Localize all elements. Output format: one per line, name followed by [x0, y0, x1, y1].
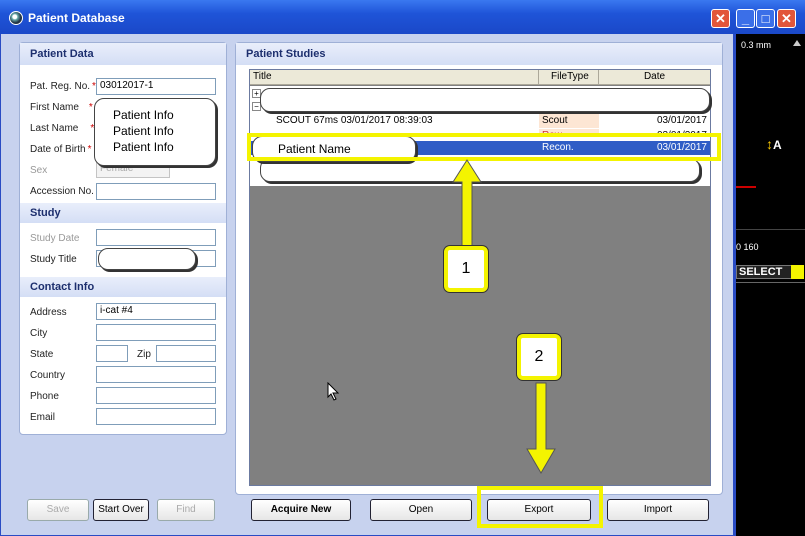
zip-label: Zip [137, 349, 151, 360]
patient-data-header: Patient Data [20, 43, 226, 65]
column-title[interactable]: Title [250, 70, 539, 85]
state-input[interactable] [96, 345, 128, 362]
save-button[interactable]: Save [27, 499, 89, 521]
patient-row-callout [260, 88, 710, 112]
close-window-icon[interactable]: ✕ [777, 9, 796, 28]
study-header: Study [20, 203, 226, 223]
state-label: State [30, 349, 54, 360]
reg-no-label: Pat. Reg. No. * [30, 81, 96, 92]
range-readout: 0 160 [736, 242, 759, 252]
scroll-up-icon[interactable] [793, 38, 801, 46]
arrow-down-icon [526, 382, 556, 474]
patient-studies-header: Patient Studies [236, 43, 722, 65]
zip-input[interactable] [156, 345, 216, 362]
phone-label: Phone [30, 391, 59, 402]
row-title: SCOUT 67ms 03/01/2017 08:39:03 [276, 115, 433, 126]
close-icon[interactable]: ✕ [711, 9, 730, 28]
callout-line: Patient Info [113, 140, 174, 154]
table-row[interactable]: SCOUT 67ms 03/01/2017 08:39:03 Scout 03/… [250, 114, 710, 128]
study-date-label: Study Date [30, 233, 80, 244]
row-date: 03/01/2017 [656, 115, 707, 126]
minimize-icon[interactable]: _ [736, 9, 755, 28]
dropdown-toggle[interactable] [791, 265, 804, 279]
patient-data-panel: Patient Data Pat. Reg. No. * 03012017-1 F… [19, 42, 227, 435]
title-bar: Patient Database ✕ _ □ ✕ [0, 0, 805, 34]
last-name-label: Last Name * [30, 123, 95, 134]
accession-label: Accession No. [30, 186, 94, 197]
country-label: Country [30, 370, 66, 381]
accession-input[interactable] [96, 183, 216, 200]
viewer-side-panel: 0.3 mm ↕A 0 160 SELECT [734, 34, 805, 536]
callout-line: Patient Info [113, 124, 174, 138]
start-over-button[interactable]: Start Over [93, 499, 149, 521]
import-button[interactable]: Import [607, 499, 709, 521]
step-2-badge: 2 [517, 334, 561, 380]
divider [736, 229, 805, 230]
find-button[interactable]: Find [157, 499, 215, 521]
callout-line: Patient Info [113, 108, 174, 122]
highlight-selected-row [247, 133, 721, 161]
country-input[interactable] [96, 366, 216, 383]
study-title-label: Study Title [30, 254, 77, 265]
acquire-new-button[interactable]: Acquire New [251, 499, 351, 521]
dob-label: Date of Birth * [30, 144, 92, 155]
app-icon [9, 11, 23, 25]
patient-database-window: Patient Data Pat. Reg. No. * 03012017-1 F… [0, 34, 734, 536]
phone-input[interactable] [96, 387, 216, 404]
scale-readout: 0.3 mm [741, 40, 772, 50]
open-button[interactable]: Open [370, 499, 472, 521]
column-date[interactable]: Date [599, 70, 710, 85]
email-input[interactable] [96, 408, 216, 425]
select-button[interactable]: SELECT [736, 265, 796, 279]
study-date-input[interactable] [96, 229, 216, 246]
arrow-up-icon [452, 159, 482, 249]
sex-label: Sex [30, 165, 48, 176]
highlight-export-button [477, 486, 603, 528]
column-filetype[interactable]: FileType [539, 70, 599, 85]
city-input[interactable] [96, 324, 216, 341]
resize-arrows-icon: ↕A [766, 136, 782, 152]
mouse-cursor-icon [327, 382, 340, 401]
email-label: Email [30, 412, 56, 423]
contact-header: Contact Info [20, 277, 226, 297]
study-title-callout [98, 248, 196, 270]
maximize-icon[interactable]: □ [756, 9, 775, 28]
row-filetype: Scout [539, 114, 599, 128]
address-input[interactable]: i-cat #4 [96, 303, 216, 320]
step-1-badge: 1 [444, 246, 488, 292]
window-title: Patient Database [28, 11, 125, 25]
city-label: City [30, 328, 48, 339]
reg-no-input[interactable]: 03012017-1 [96, 78, 216, 95]
marker-line [736, 186, 756, 188]
patient-info-callout: Patient Info Patient Info Patient Info [94, 98, 216, 166]
first-name-label: First Name * [30, 102, 93, 113]
grid-header: Title FileType Date [250, 70, 710, 85]
divider [736, 282, 805, 283]
address-label: Address [30, 307, 67, 318]
